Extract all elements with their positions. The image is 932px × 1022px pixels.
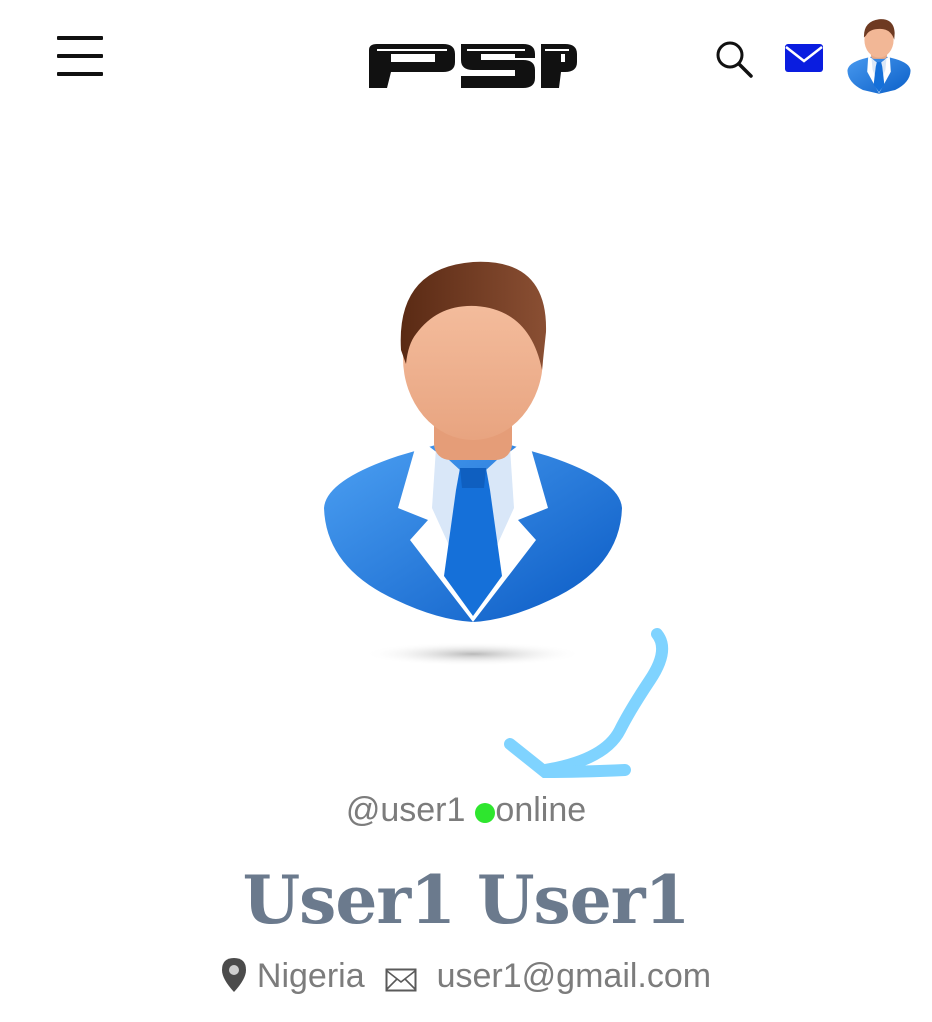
- online-status-dot: [475, 803, 496, 823]
- user-avatar-small[interactable]: [842, 16, 916, 104]
- display-name: User1 User1: [242, 861, 691, 939]
- psp-logo[interactable]: [365, 40, 579, 92]
- envelope-icon[interactable]: [784, 42, 824, 74]
- location-pin-icon: [221, 958, 246, 992]
- status-text: online: [495, 791, 587, 829]
- username: @user1: [345, 791, 466, 829]
- user-status-line: @user1 online: [0, 786, 932, 834]
- email-link[interactable]: user1@gmail.com: [437, 957, 712, 995]
- hamburger-icon[interactable]: [57, 36, 103, 76]
- location-text: Nigeria: [256, 957, 365, 995]
- envelope-outline-icon: [385, 968, 417, 992]
- top-bar: [0, 0, 932, 120]
- annotation-arrow: [504, 628, 669, 779]
- search-icon[interactable]: [713, 38, 755, 80]
- user-avatar-large: [324, 261, 622, 666]
- profile-info-line: Nigeria user1@gmail.com: [0, 952, 932, 1000]
